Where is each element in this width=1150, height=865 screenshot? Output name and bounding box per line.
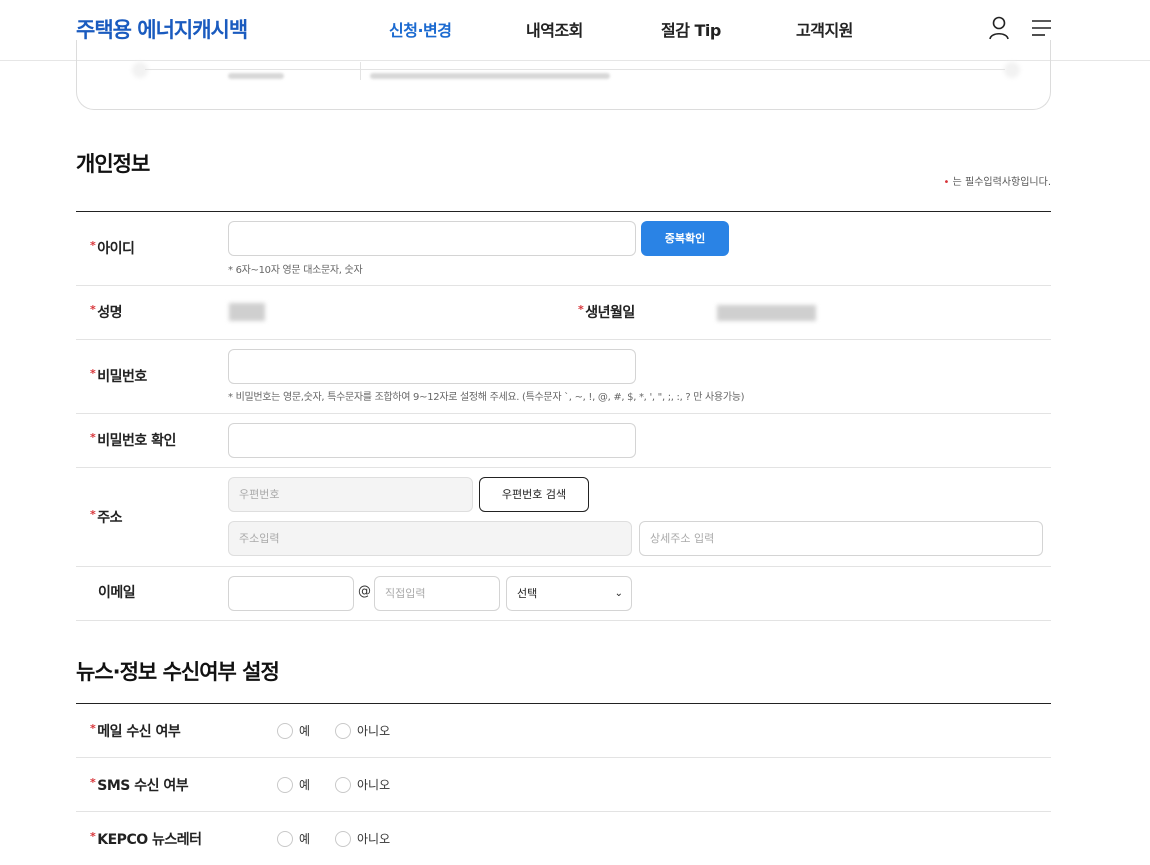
radio-button[interactable] [335,830,351,847]
email-domain-select[interactable]: 선택 ⌄ [506,576,632,611]
nav-saving-tip[interactable]: 절감 Tip [661,17,721,41]
mail-yes-option[interactable]: 예 [277,722,310,739]
terms-table-line [145,69,1005,70]
scroll-fade-right [1004,62,1020,78]
mail-consent-label: * 메일 수신 여부 [90,722,181,740]
id-label: * 아이디 [90,239,135,257]
password-help: * 비밀번호는 영문,숫자, 특수문자를 조합하여 9~12자로 설정해 주세요… [228,392,745,403]
terms-table-separator [360,62,361,80]
radio-button[interactable] [335,722,351,739]
password-label: * 비밀번호 [90,367,147,385]
email-id-input[interactable] [228,576,354,611]
radio-button[interactable] [277,722,293,739]
nav-apply-change[interactable]: 신청·변경 [389,17,452,41]
terms-text-cutoff [370,73,610,79]
name-value-masked [229,303,265,321]
birth-value-masked [717,305,816,321]
scroll-fade-left [132,62,148,78]
terms-text-cutoff [228,73,284,79]
address-detail-input[interactable]: 상세주소 입력 [639,521,1043,556]
name-label: * 성명 [90,303,123,321]
nav-customer-support[interactable]: 고객지원 [796,17,853,41]
newsletter-no-option[interactable]: 아니오 [335,830,390,847]
user-icon[interactable] [988,16,1010,40]
radio-button[interactable] [277,830,293,847]
row-divider [76,757,1051,758]
row-divider [76,413,1051,414]
row-divider [76,285,1051,286]
email-at-sign: @ [358,584,371,599]
email-domain-input[interactable]: 직접입력 [374,576,500,611]
birth-label: * 생년월일 [578,303,635,321]
sms-no-option[interactable]: 아니오 [335,776,390,793]
zip-search-button[interactable]: 우편번호 검색 [479,477,589,512]
id-input[interactable] [228,221,636,256]
newsletter-consent-label: * KEPCO 뉴스레터 [90,830,202,848]
section-title-personal: 개인정보 [76,152,150,176]
required-note: • 는 필수입력사항입니다. [943,177,1051,188]
radio-button[interactable] [335,776,351,793]
duplicate-check-button[interactable]: 중복확인 [641,221,729,256]
address-label: * 주소 [90,508,123,526]
section-rule [76,211,1051,212]
nav-history[interactable]: 내역조회 [526,17,583,41]
section-rule [76,703,1051,704]
mail-no-option[interactable]: 아니오 [335,722,390,739]
email-label: 이메일 [98,585,136,601]
row-divider [76,467,1051,468]
radio-button[interactable] [277,776,293,793]
zip-code-input[interactable]: 우편번호 [228,477,473,512]
password-input[interactable] [228,349,636,384]
row-divider [76,566,1051,567]
sms-consent-label: * SMS 수신 여부 [90,776,189,794]
row-divider [76,620,1051,621]
section-title-news: 뉴스·정보 수신여부 설정 [76,660,280,684]
address-input[interactable]: 주소입력 [228,521,632,556]
row-divider [76,339,1051,340]
password-confirm-label: * 비밀번호 확인 [90,431,176,449]
password-confirm-input[interactable] [228,423,636,458]
chevron-down-icon: ⌄ [614,588,623,599]
id-help: * 6자~10자 영문 대소문자, 숫자 [228,265,363,276]
newsletter-yes-option[interactable]: 예 [277,830,310,847]
sms-yes-option[interactable]: 예 [277,776,310,793]
menu-icon[interactable] [1031,19,1052,37]
row-divider [76,811,1051,812]
